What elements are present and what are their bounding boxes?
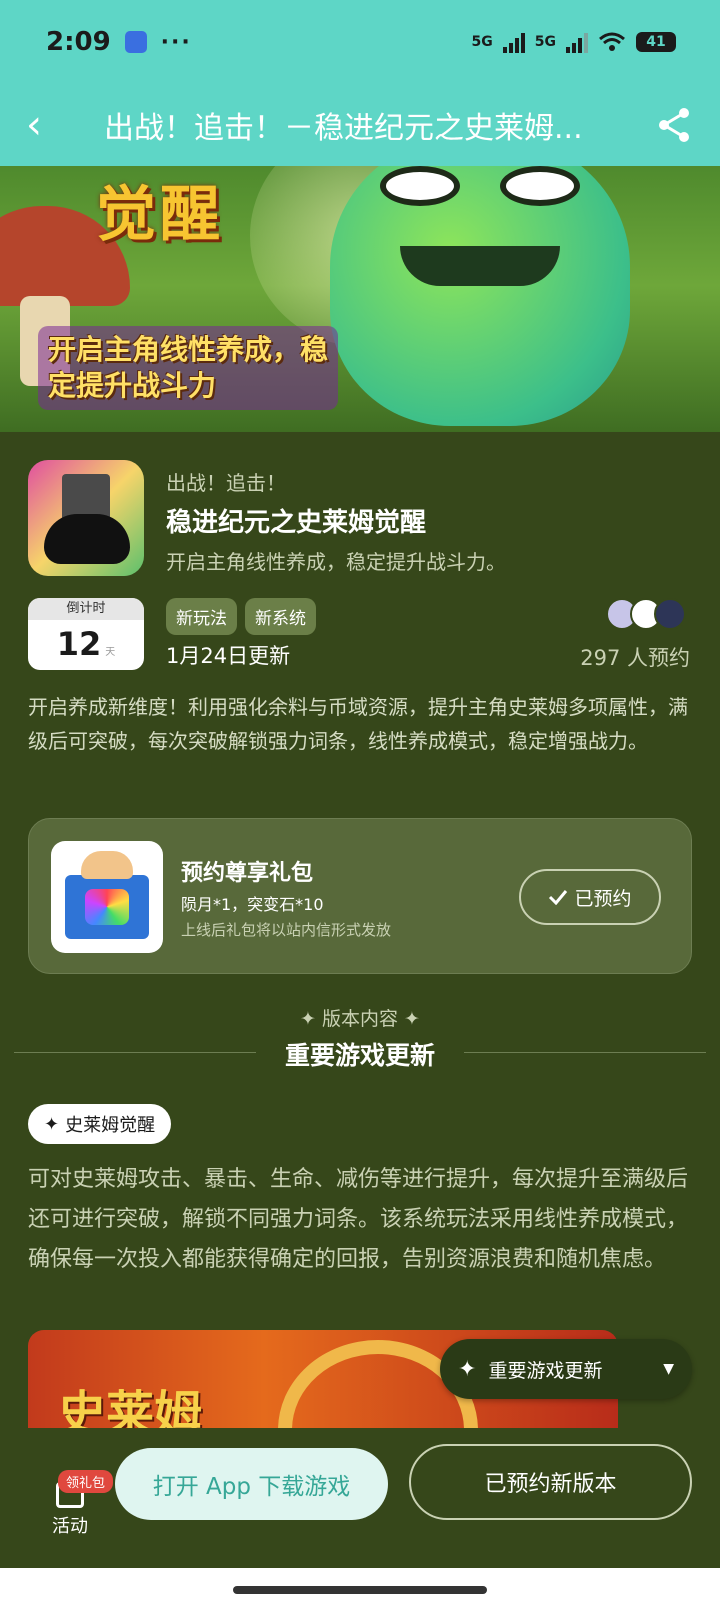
gift-items: 陨月*1，突变石*10: [181, 895, 324, 914]
tag-list: 新玩法 新系统: [166, 598, 316, 635]
gift-badge: 领礼包: [58, 1470, 114, 1493]
feature-chip-label: 史莱姆觉醒: [65, 1115, 156, 1136]
page-title: 出战！追击！－稳进纪元之史莱姆...: [104, 111, 583, 146]
reserved-button[interactable]: 已预约: [519, 869, 661, 925]
countdown-badge: 倒计时 12 天: [28, 598, 144, 670]
gift-title: 预约尊享礼包: [181, 861, 314, 886]
activity-label: 活动: [52, 1516, 88, 1537]
gift-note: 上线后礼包将以站内信形式发放: [181, 921, 392, 939]
slime-mouth: [400, 246, 560, 286]
countdown-number: 12: [56, 625, 102, 663]
slime-illustration: [330, 166, 630, 426]
app-icon[interactable]: [28, 460, 144, 576]
reserved-button-label: 已预约: [574, 887, 632, 910]
section-jump-label: 重要游戏更新: [488, 1359, 603, 1382]
notification-app-icon: [124, 31, 147, 53]
promo-text: 史莱姆: [58, 1386, 203, 1428]
countdown-label: 倒计时: [28, 598, 144, 620]
open-app-button[interactable]: 打开 App 下载游戏: [115, 1448, 388, 1520]
system-nav-area: [0, 1568, 720, 1602]
reserve-count: 297 人预约: [580, 646, 690, 670]
activity-button[interactable]: 领礼包 活动: [40, 1458, 114, 1538]
feature-chip: ✦ 史莱姆觉醒: [28, 1104, 172, 1144]
blob-shape: [44, 514, 130, 564]
banner-subtitle: 开启主角线性养成，稳定提升战斗力: [38, 326, 338, 410]
top-app-bar: ‹ 出战！追击！－稳进纪元之史莱姆...: [0, 84, 720, 166]
update-date: 1月24日更新: [166, 644, 291, 668]
countdown-value: 12 天: [28, 620, 144, 670]
gift-box-image: [51, 841, 163, 953]
caret-down-icon: ▼: [663, 1361, 674, 1377]
sparkle-icon: ✦: [458, 1356, 477, 1382]
banner-title: 觉醒: [96, 180, 224, 250]
avatar: [654, 598, 686, 630]
wifi-icon: [599, 32, 625, 51]
app-kicker: 出战！追击！: [166, 471, 286, 495]
clock: 2:09: [46, 27, 111, 57]
reserver-avatars: [606, 598, 686, 630]
network-label-1: 5G: [471, 34, 493, 50]
sparkle-icon: ✦: [44, 1113, 60, 1135]
hero-banner: 觉醒 开启主角线性养成，稳定提升战斗力: [0, 166, 720, 432]
share-icon[interactable]: [654, 105, 694, 145]
home-indicator[interactable]: [233, 1586, 487, 1594]
section-title: 重要游戏更新: [284, 1041, 435, 1070]
reservation-gift-card: 预约尊享礼包 陨月*1，突变石*10 上线后礼包将以站内信形式发放 已预约: [28, 818, 692, 974]
gift-bow-shape: [81, 851, 133, 879]
app-name: 稳进纪元之史莱姆觉醒: [166, 508, 427, 538]
section-kicker: ✦ 版本内容 ✦: [300, 1008, 420, 1030]
battery-icon: 41: [636, 32, 676, 52]
section-jump-menu[interactable]: ✦ 重要游戏更新 ▼: [440, 1339, 692, 1399]
status-left: 2:09 ···: [46, 27, 192, 57]
network-label-2: 5G: [534, 34, 556, 50]
check-icon: [549, 890, 568, 905]
tag: 新玩法: [166, 598, 237, 635]
app-description: 开启主角线性养成，稳定提升战斗力。: [166, 550, 506, 574]
gift-gem-shape: [85, 889, 129, 925]
tag: 新系统: [245, 598, 316, 635]
bottom-action-bar: 领礼包 活动 打开 App 下载游戏 已预约新版本: [0, 1428, 720, 1568]
slime-eye-left: [380, 166, 460, 206]
status-bar: 2:09 ··· 5G 5G 41: [0, 0, 720, 84]
signal-icon-1: [502, 31, 525, 53]
countdown-unit: 天: [105, 647, 116, 658]
more-notifications-icon: ···: [160, 29, 192, 55]
back-icon[interactable]: ‹: [26, 102, 80, 148]
status-right: 5G 5G 41: [472, 31, 676, 53]
slime-eye-right: [500, 166, 580, 206]
intro-text: 开启养成新维度！利用强化余料与币域资源，提升主角史莱姆多项属性，满级后可突破，每…: [28, 695, 688, 753]
reserved-new-version-button[interactable]: 已预约新版本: [409, 1444, 692, 1520]
signal-icon-2: [566, 31, 588, 53]
feature-body: 可对史莱姆攻击、暴击、生命、减伤等进行提升，每次提升至满级后还可进行突破，解锁不…: [28, 1167, 689, 1272]
